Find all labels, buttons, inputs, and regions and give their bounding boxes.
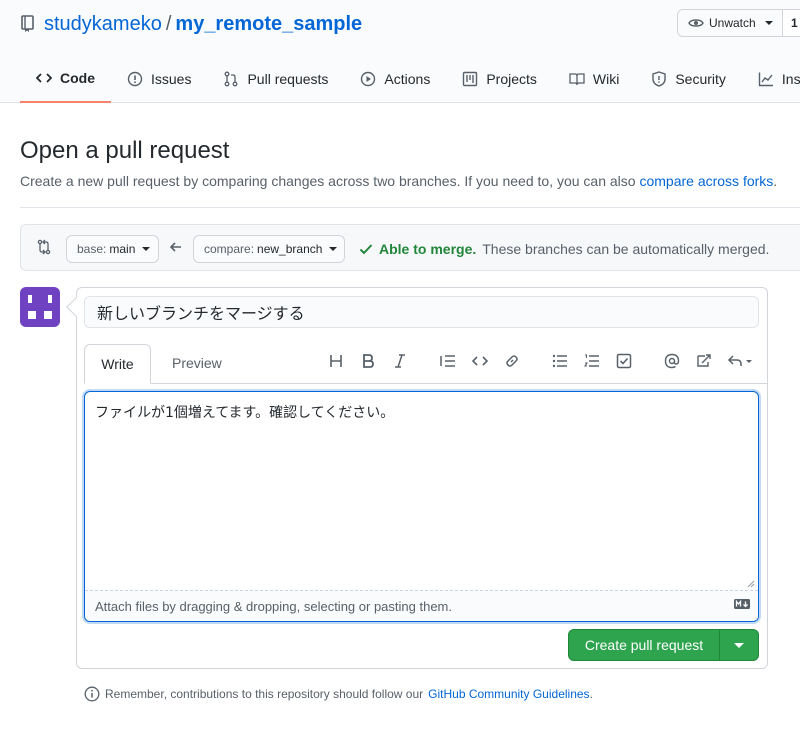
tab-wiki[interactable]: Wiki bbox=[553, 55, 635, 102]
repo-header: studykameko / my_remote_sample Unwatch 1 C… bbox=[0, 0, 800, 103]
base-prefix: base: bbox=[77, 242, 107, 256]
chevron-down-icon bbox=[764, 21, 773, 25]
shield-icon bbox=[651, 70, 667, 87]
tab-code[interactable]: Code bbox=[20, 55, 111, 103]
project-icon bbox=[462, 71, 478, 87]
unwatch-label: Unwatch bbox=[709, 16, 756, 30]
community-guidelines-link[interactable]: GitHub Community Guidelines bbox=[428, 687, 589, 701]
play-icon bbox=[360, 71, 376, 87]
compare-arrows-icon bbox=[36, 239, 52, 255]
code-icon bbox=[36, 72, 52, 84]
eye-icon bbox=[688, 17, 704, 29]
merge-status: Able to merge. These branches can be aut… bbox=[359, 241, 769, 257]
tab-label: Pull requests bbox=[247, 70, 329, 87]
tab-write[interactable]: Write bbox=[84, 344, 151, 384]
contribution-text: Remember, contributions to this reposito… bbox=[105, 687, 424, 701]
tab-projects[interactable]: Projects bbox=[446, 55, 553, 102]
tab-label: Projects bbox=[486, 70, 537, 87]
numbered-list-icon[interactable] bbox=[583, 352, 601, 370]
attach-files-bar[interactable]: Attach files by dragging & dropping, sel… bbox=[85, 590, 758, 621]
tab-preview[interactable]: Preview bbox=[172, 355, 222, 371]
chevron-down-icon bbox=[329, 247, 338, 251]
heading-icon[interactable] bbox=[327, 352, 345, 370]
pr-body-text: ファイルが1個増えてます。確認してください。 bbox=[95, 405, 395, 421]
compare-branch-select[interactable]: compare: new_branch bbox=[193, 235, 345, 263]
repo-nav-tabs: Code Issues Pull requests Actions Projec… bbox=[20, 55, 800, 103]
compare-prefix: compare: bbox=[204, 242, 255, 256]
markdown-icon[interactable] bbox=[734, 599, 750, 609]
graph-icon bbox=[758, 71, 774, 87]
chevron-down-icon bbox=[734, 642, 744, 648]
page-subtitle: Create a new pull request by comparing c… bbox=[20, 173, 777, 189]
git-pull-request-icon bbox=[223, 71, 239, 87]
watch-count[interactable]: 1 bbox=[782, 9, 800, 37]
editor-tab-divider bbox=[84, 383, 768, 384]
tab-label: Code bbox=[60, 70, 95, 86]
issue-icon bbox=[127, 71, 143, 87]
merge-detail-text: These branches can be automatically merg… bbox=[482, 241, 770, 257]
repo-name-link[interactable]: my_remote_sample bbox=[175, 13, 362, 35]
create-pull-request-button[interactable]: Create pull request bbox=[568, 629, 759, 661]
link-icon[interactable] bbox=[503, 352, 521, 370]
reply-icon[interactable] bbox=[727, 352, 755, 370]
resize-handle[interactable] bbox=[747, 580, 755, 588]
attach-hint: Attach files by dragging & dropping, sel… bbox=[95, 598, 452, 614]
create-pull-request-label: Create pull request bbox=[584, 637, 704, 653]
unwatch-button[interactable]: Unwatch bbox=[677, 9, 783, 37]
italic-icon[interactable] bbox=[391, 352, 409, 370]
bold-icon[interactable] bbox=[359, 352, 377, 370]
code-icon[interactable] bbox=[471, 352, 489, 370]
tab-insights[interactable]: Insigh bbox=[742, 55, 800, 102]
book-icon bbox=[569, 71, 585, 87]
avatar[interactable] bbox=[20, 287, 60, 327]
repo-icon bbox=[20, 15, 36, 33]
merge-ok-text: Able to merge. bbox=[379, 241, 477, 257]
mention-icon[interactable] bbox=[663, 352, 681, 370]
compare-branch-name: new_branch bbox=[257, 242, 323, 256]
check-icon bbox=[359, 243, 373, 255]
contribution-note: Remember, contributions to this reposito… bbox=[84, 686, 593, 702]
divider bbox=[20, 207, 800, 208]
pr-body-textarea[interactable]: ファイルが1個増えてます。確認してください。 Attach files by d… bbox=[84, 391, 759, 622]
tab-label: Security bbox=[675, 70, 726, 87]
cross-reference-icon[interactable] bbox=[695, 352, 713, 370]
arrow-left-icon bbox=[169, 240, 183, 254]
tab-pull-requests[interactable]: Pull requests bbox=[207, 55, 344, 102]
tab-issues[interactable]: Issues bbox=[111, 55, 207, 102]
tab-actions[interactable]: Actions bbox=[344, 55, 446, 102]
page-title: Open a pull request bbox=[20, 137, 230, 164]
bullet-list-icon[interactable] bbox=[551, 352, 569, 370]
compare-across-forks-link[interactable]: compare across forks bbox=[639, 173, 773, 189]
repo-separator: / bbox=[165, 13, 172, 35]
subtitle-end: . bbox=[773, 173, 778, 189]
base-branch-name: main bbox=[109, 242, 136, 256]
task-list-icon[interactable] bbox=[615, 352, 633, 370]
tab-label: Issues bbox=[151, 70, 192, 87]
contribution-end: . bbox=[589, 687, 593, 701]
tab-label: Insigh bbox=[781, 70, 800, 87]
base-branch-select[interactable]: base: main bbox=[66, 235, 159, 263]
tab-security[interactable]: Security bbox=[635, 55, 742, 102]
pr-title-input[interactable] bbox=[84, 296, 759, 328]
branch-range-editor: base: main compare: new_branch Able to m… bbox=[20, 224, 800, 271]
tab-label: Wiki bbox=[592, 70, 620, 87]
create-options-dropdown[interactable] bbox=[720, 642, 758, 648]
tab-label: Actions bbox=[384, 70, 431, 87]
repo-owner-link[interactable]: studykameko bbox=[44, 13, 162, 35]
quote-icon[interactable] bbox=[439, 352, 457, 370]
info-icon bbox=[84, 686, 100, 702]
chevron-down-icon bbox=[142, 247, 151, 251]
repo-title: studykameko / my_remote_sample bbox=[44, 10, 362, 38]
subtitle-text: Create a new pull request by comparing c… bbox=[20, 173, 636, 189]
